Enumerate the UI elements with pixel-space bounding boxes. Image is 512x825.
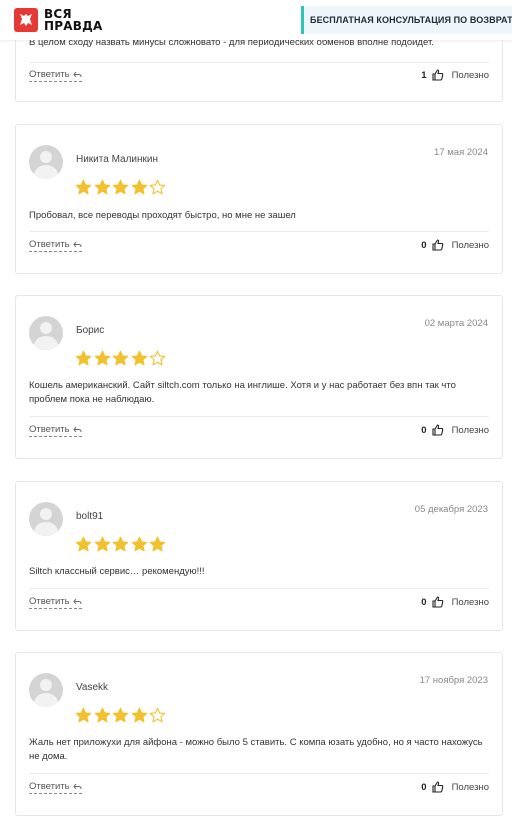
reply-label: Ответить (29, 69, 70, 80)
like-count: 0 (421, 424, 427, 436)
review-divider (29, 231, 489, 232)
thumbs-up-icon[interactable] (432, 239, 444, 251)
review-author: Никита Малинкин (76, 154, 159, 165)
star-rating (75, 707, 168, 724)
reply-label: Ответить (29, 239, 70, 250)
star-rating (75, 350, 168, 367)
reply-label: Ответить (29, 424, 70, 435)
logo-text: ВСЯ ПРАВДА (44, 8, 102, 32)
star-rating (75, 536, 168, 553)
like-count: 0 (421, 596, 427, 608)
useful-button[interactable]: Полезно (452, 597, 489, 608)
review-divider (29, 62, 489, 63)
review-author: Vasekk (76, 682, 109, 693)
reply-arrow-icon (72, 241, 82, 247)
thumbs-up-icon[interactable] (432, 424, 444, 436)
vote-block: 0 Полезно (421, 596, 489, 608)
star-rating (75, 179, 168, 196)
useful-button[interactable]: Полезно (452, 240, 489, 251)
reply-arrow-icon (72, 783, 82, 789)
review-card: Никита Малинкин 17 мая 2024 Пробовал, вс… (15, 124, 503, 274)
review-text: Жаль нет приложухи для айфона - можно бы… (29, 737, 483, 762)
thumbs-up-icon[interactable] (432, 69, 444, 81)
review-footer: Ответить 0 Полезно (29, 596, 489, 612)
reply-label: Ответить (29, 781, 70, 792)
review-text: Кошель американский. Сайт siltch.com тол… (29, 380, 456, 405)
review-date: 02 марта 2024 (424, 318, 488, 329)
review-text: Siltch классный сервис… рекомендую!!! (29, 566, 205, 577)
like-count: 1 (421, 69, 427, 81)
vote-block: 0 Полезно (421, 239, 489, 251)
star-filled-icon (75, 536, 92, 552)
star-filled-icon (75, 350, 92, 366)
useful-button[interactable]: Полезно (452, 425, 489, 436)
site-logo[interactable]: ВСЯ ПРАВДА (14, 8, 102, 32)
star-filled-icon (131, 536, 147, 552)
useful-button[interactable]: Полезно (452, 782, 489, 793)
star-filled-icon (131, 707, 147, 723)
star-filled-icon (112, 536, 129, 552)
review-date: 17 мая 2024 (434, 147, 488, 158)
avatar (29, 502, 63, 536)
review-date: 17 ноября 2023 (419, 675, 488, 686)
star-filled-icon (75, 707, 92, 723)
reply-button[interactable]: Ответить (29, 596, 82, 609)
logo-line-2: ПРАВДА (44, 19, 103, 33)
review-date: 05 декабря 2023 (414, 504, 488, 515)
star-filled-icon (94, 350, 110, 366)
review-divider (29, 588, 489, 589)
star-filled-icon (94, 179, 110, 195)
avatar (29, 316, 63, 350)
review-footer: Ответить 0 Полезно (29, 239, 489, 255)
star-filled-icon (94, 536, 110, 552)
reply-arrow-icon (72, 71, 82, 77)
review-card: Vasekk 17 ноября 2023 Жаль нет приложухи… (15, 652, 503, 816)
review-footer: Ответить 1 Полезно (29, 69, 489, 85)
star-filled-icon (112, 350, 129, 366)
reply-arrow-icon (72, 426, 82, 432)
reply-button[interactable]: Ответить (29, 781, 82, 794)
like-count: 0 (421, 239, 427, 251)
review-divider (29, 416, 489, 417)
star-filled-icon (94, 707, 110, 723)
thumbs-up-icon[interactable] (432, 596, 444, 608)
vote-block: 1 Полезно (421, 69, 489, 81)
free-consultation-button[interactable]: БЕСПЛАТНАЯ КОНСУЛЬТАЦИЯ ПО ВОЗВРАТУ (301, 6, 512, 34)
reply-label: Ответить (29, 596, 70, 607)
star-filled-icon (112, 707, 129, 723)
star-empty-icon (149, 179, 166, 195)
reply-arrow-icon (72, 598, 82, 604)
site-header: ВСЯ ПРАВДА БЕСПЛАТНАЯ КОНСУЛЬТАЦИЯ ПО ВО… (0, 0, 512, 40)
useful-button[interactable]: Полезно (452, 70, 489, 81)
star-filled-icon (131, 179, 147, 195)
like-count: 0 (421, 781, 427, 793)
star-empty-icon (149, 707, 166, 723)
review-author: bolt91 (76, 511, 104, 522)
star-empty-icon (149, 350, 166, 366)
reply-button[interactable]: Ответить (29, 239, 82, 252)
reply-button[interactable]: Ответить (29, 69, 82, 82)
avatar (29, 673, 63, 707)
review-card: bolt91 05 декабря 2023 Siltch классный с… (15, 481, 503, 631)
review-author: Борис (76, 325, 105, 336)
star-filled-icon (112, 179, 129, 195)
review-card: Борис 02 марта 2024 Кошель американский.… (15, 295, 503, 459)
logo-icon (14, 8, 38, 32)
star-filled-icon (149, 536, 166, 552)
reply-button[interactable]: Ответить (29, 424, 82, 437)
vote-block: 0 Полезно (421, 781, 489, 793)
review-text: Пробовал, все переводы проходят быстро, … (29, 210, 296, 221)
star-filled-icon (75, 179, 92, 195)
review-divider (29, 773, 489, 774)
vote-block: 0 Полезно (421, 424, 489, 436)
thumbs-up-icon[interactable] (432, 781, 444, 793)
star-filled-icon (131, 350, 147, 366)
review-footer: Ответить 0 Полезно (29, 781, 489, 797)
avatar (29, 145, 63, 179)
review-footer: Ответить 0 Полезно (29, 424, 489, 440)
